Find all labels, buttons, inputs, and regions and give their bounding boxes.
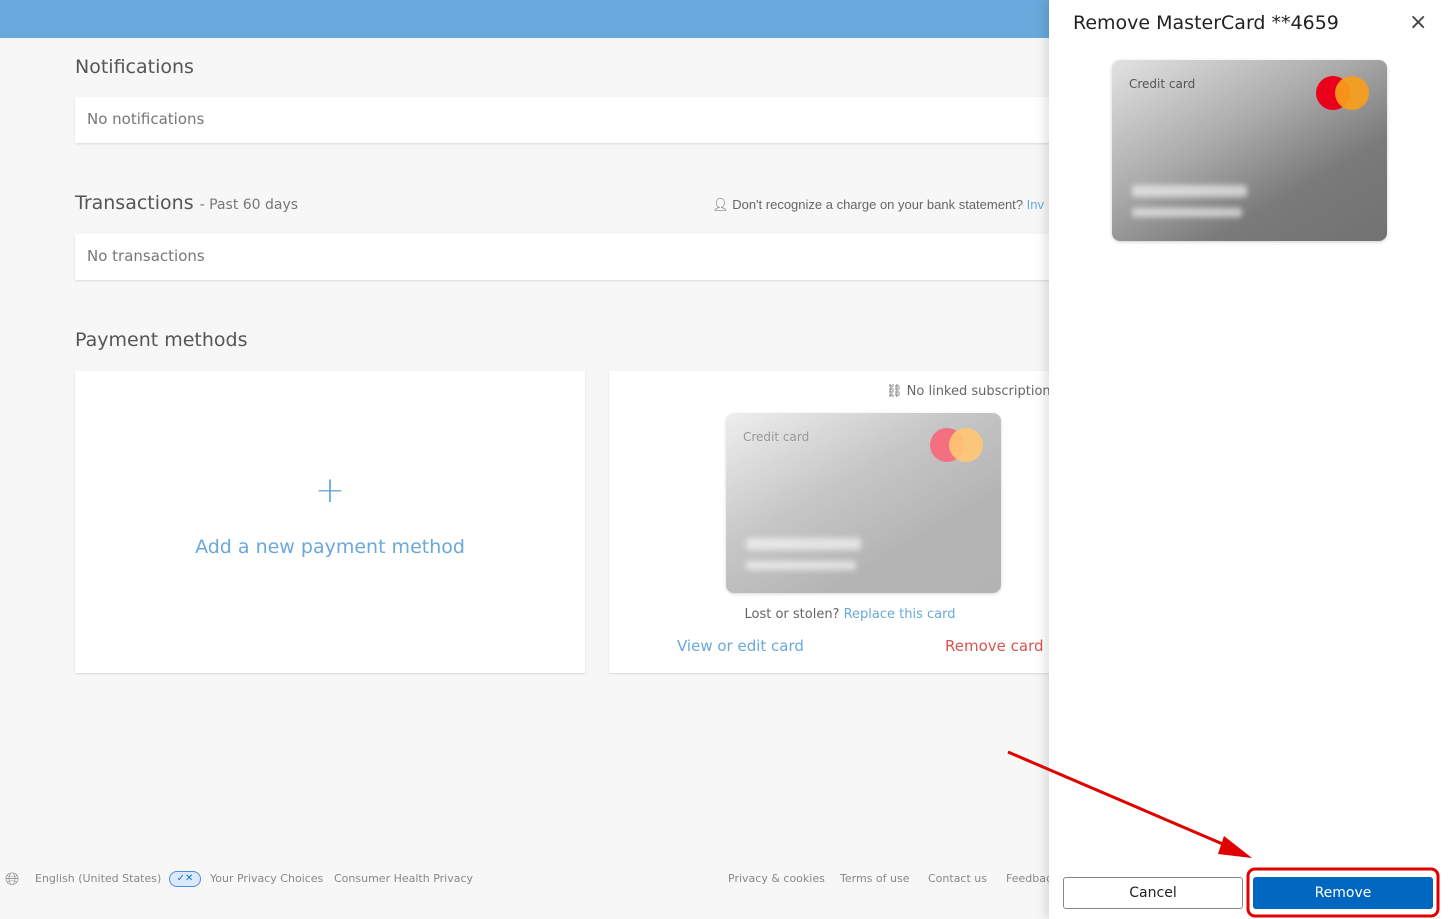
annotation-arrow (1007, 750, 1233, 850)
arrow-head (1218, 836, 1252, 858)
annotation-overlay (1007, 750, 1440, 918)
highlight-box (1246, 867, 1440, 918)
